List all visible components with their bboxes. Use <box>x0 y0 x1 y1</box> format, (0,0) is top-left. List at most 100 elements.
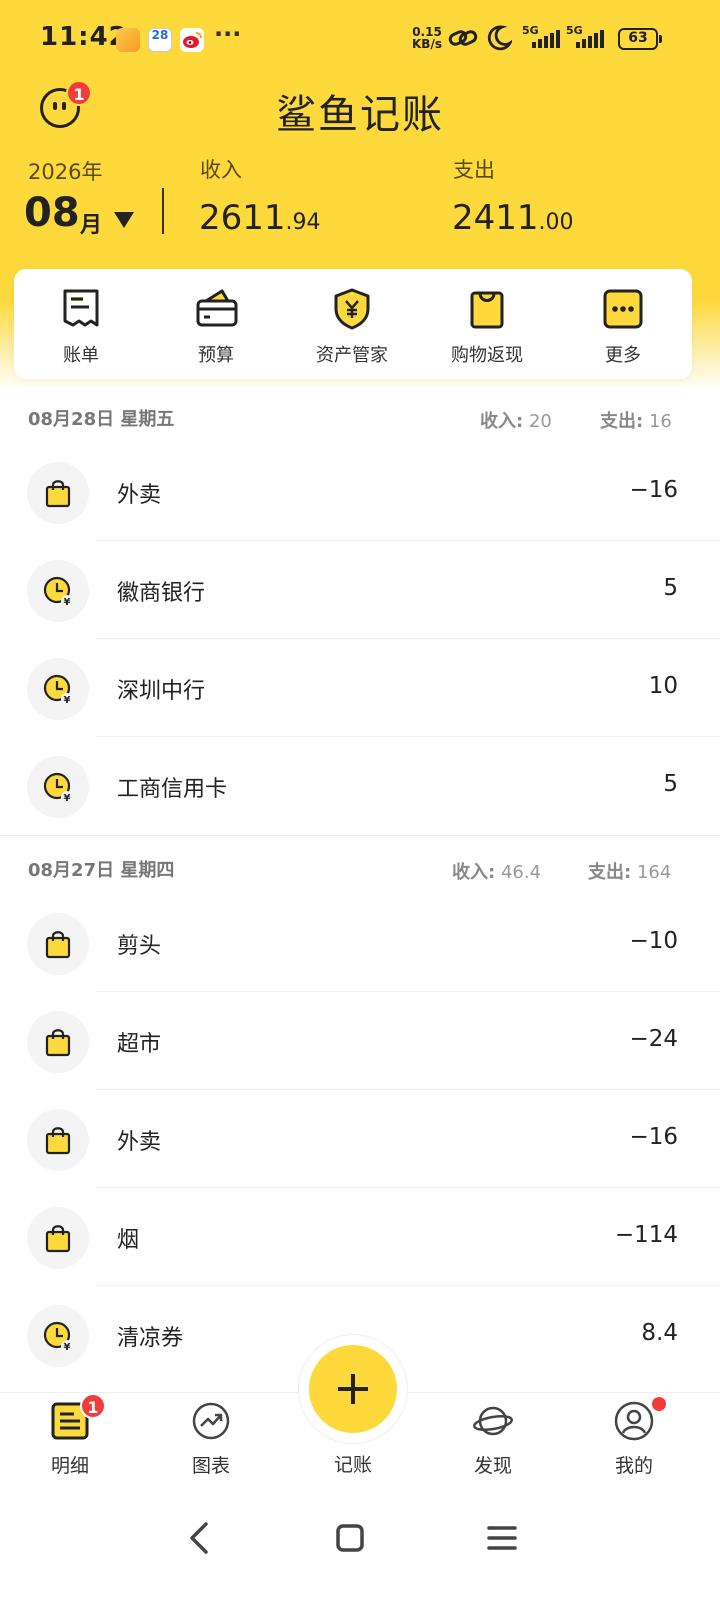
shopping-bag-icon <box>45 931 71 959</box>
status-more-icon: ··· <box>214 20 242 48</box>
income-label: 收入 <box>200 158 242 182</box>
clock-yen-icon: ¥ <box>43 772 73 804</box>
add-record-label[interactable]: 记账 <box>283 1450 423 1477</box>
tab-charts[interactable]: 图表 <box>141 1393 281 1493</box>
menu-icon[interactable] <box>482 1518 522 1558</box>
home-icon[interactable] <box>330 1518 370 1558</box>
planet-icon <box>473 1406 513 1436</box>
month-unit[interactable]: 月 <box>80 207 102 239</box>
menu-item-label: 账单 <box>63 345 99 366</box>
transaction-row[interactable]: 外卖 −16 <box>0 1090 720 1188</box>
quick-menu: 账单 预算 资产管家 购物返现 更多 <box>14 269 692 379</box>
signal-sim1-icon: 5G <box>522 24 564 52</box>
category-icon-circle <box>27 1109 89 1171</box>
transaction-name: 徽商银行 <box>117 581 206 606</box>
day-expense: 支出: 164 <box>588 862 672 883</box>
battery-icon: 63 <box>618 28 662 50</box>
tab-discover[interactable]: 发现 <box>423 1393 563 1493</box>
transaction-row[interactable]: 超市 −24 <box>0 992 720 1090</box>
menu-item-more[interactable]: 更多 <box>558 269 688 379</box>
expense-total: 2411.00 <box>452 198 574 238</box>
wallet-icon <box>196 289 238 327</box>
svg-text:¥: ¥ <box>64 597 71 608</box>
category-icon-circle: ¥ <box>27 1305 89 1367</box>
transaction-name: 深圳中行 <box>117 679 206 704</box>
tab-label: 图表 <box>191 1455 230 1477</box>
mine-notification-dot <box>652 1397 666 1411</box>
user-icon <box>614 1401 654 1441</box>
shield-yen-icon <box>334 288 370 330</box>
menu-item-label: 更多 <box>605 345 641 366</box>
transaction-amount: 8.4 <box>641 1320 678 1346</box>
transaction-name: 清凉券 <box>117 1326 184 1351</box>
menu-item-label: 购物返现 <box>451 345 523 366</box>
shopping-bag-icon <box>45 480 71 508</box>
day-date: 08月28日 星期五 <box>28 409 175 430</box>
header-divider <box>162 188 164 234</box>
menu-item-label: 预算 <box>198 345 234 366</box>
moon-icon <box>487 25 512 51</box>
month-value[interactable]: 08 <box>24 190 80 236</box>
tab-label: 发现 <box>473 1455 512 1477</box>
transaction-amount: −114 <box>614 1222 678 1248</box>
details-badge: 1 <box>80 1393 106 1419</box>
transaction-name: 工商信用卡 <box>117 777 228 802</box>
svg-text:¥: ¥ <box>64 793 71 804</box>
transaction-amount: −16 <box>629 1124 678 1150</box>
category-icon-circle: ¥ <box>27 658 89 720</box>
weibo-app-icon <box>180 28 204 52</box>
category-icon-circle: ¥ <box>27 756 89 818</box>
transaction-amount: −10 <box>629 928 678 954</box>
svg-text:¥: ¥ <box>64 695 71 706</box>
day-header: 08月28日 星期五 收入: 20 支出: 16 <box>0 393 720 443</box>
network-speed: 0.15 KB/s <box>412 25 442 51</box>
transaction-amount: 10 <box>648 673 678 699</box>
clock-yen-icon: ¥ <box>43 674 73 706</box>
system-nav-bar <box>0 1492 720 1600</box>
notes-app-icon <box>116 28 140 52</box>
signal-sim2-icon: 5G <box>566 24 608 52</box>
category-icon-circle <box>27 1207 89 1269</box>
category-icon-circle <box>27 1011 89 1073</box>
menu-item-cashback[interactable]: 购物返现 <box>422 269 552 379</box>
day-date: 08月27日 星期四 <box>28 860 175 881</box>
transaction-row[interactable]: ¥ 深圳中行 10 <box>0 639 720 737</box>
year-label[interactable]: 2026年 <box>28 156 102 186</box>
menu-item-assets[interactable]: 资产管家 <box>287 269 417 379</box>
transaction-amount: −16 <box>629 477 678 503</box>
transaction-list: 08月28日 星期五 收入: 20 支出: 16 外卖 −16 ¥ 徽商银行 5… <box>0 393 720 1384</box>
tab-label: 明细 <box>50 1455 89 1477</box>
category-icon-circle: ¥ <box>27 560 89 622</box>
transaction-row[interactable]: 烟 −114 <box>0 1188 720 1286</box>
category-icon-circle <box>27 913 89 975</box>
transaction-row[interactable]: ¥ 工商信用卡 5 <box>0 737 720 835</box>
back-icon[interactable] <box>180 1518 220 1558</box>
transaction-name: 剪头 <box>117 934 162 959</box>
menu-item-bill[interactable]: 账单 <box>16 269 146 379</box>
expense-label: 支出 <box>453 158 495 182</box>
more-icon <box>603 289 643 329</box>
transaction-name: 烟 <box>117 1228 140 1253</box>
add-record-button[interactable] <box>309 1345 397 1433</box>
bill-icon <box>63 289 99 327</box>
shopping-bag-icon <box>45 1029 71 1057</box>
status-bar: 11:42 28 ··· 0.15 KB/s 5G 5G 63 <box>0 0 720 80</box>
category-icon-circle <box>27 462 89 524</box>
dropdown-arrow-icon[interactable] <box>114 212 134 228</box>
shopping-bag-icon <box>45 1225 71 1253</box>
tab-mine[interactable]: 我的 <box>564 1393 704 1493</box>
shopping-bag-icon <box>45 1127 71 1155</box>
link-icon <box>448 30 478 46</box>
transaction-name: 外卖 <box>117 1130 162 1155</box>
transaction-amount: 5 <box>663 575 678 601</box>
transaction-row[interactable]: 外卖 −16 <box>0 443 720 541</box>
tab-details[interactable]: 明细 <box>0 1393 140 1493</box>
day-divider <box>0 835 720 836</box>
transaction-row[interactable]: 剪头 −10 <box>0 894 720 992</box>
app-title: 鲨鱼记账 <box>276 92 444 138</box>
transaction-row[interactable]: ¥ 徽商银行 5 <box>0 541 720 639</box>
menu-item-budget[interactable]: 预算 <box>151 269 281 379</box>
trend-chart-icon <box>192 1402 230 1440</box>
menu-item-label: 资产管家 <box>316 345 388 366</box>
day-income: 收入: 46.4 <box>452 862 542 883</box>
